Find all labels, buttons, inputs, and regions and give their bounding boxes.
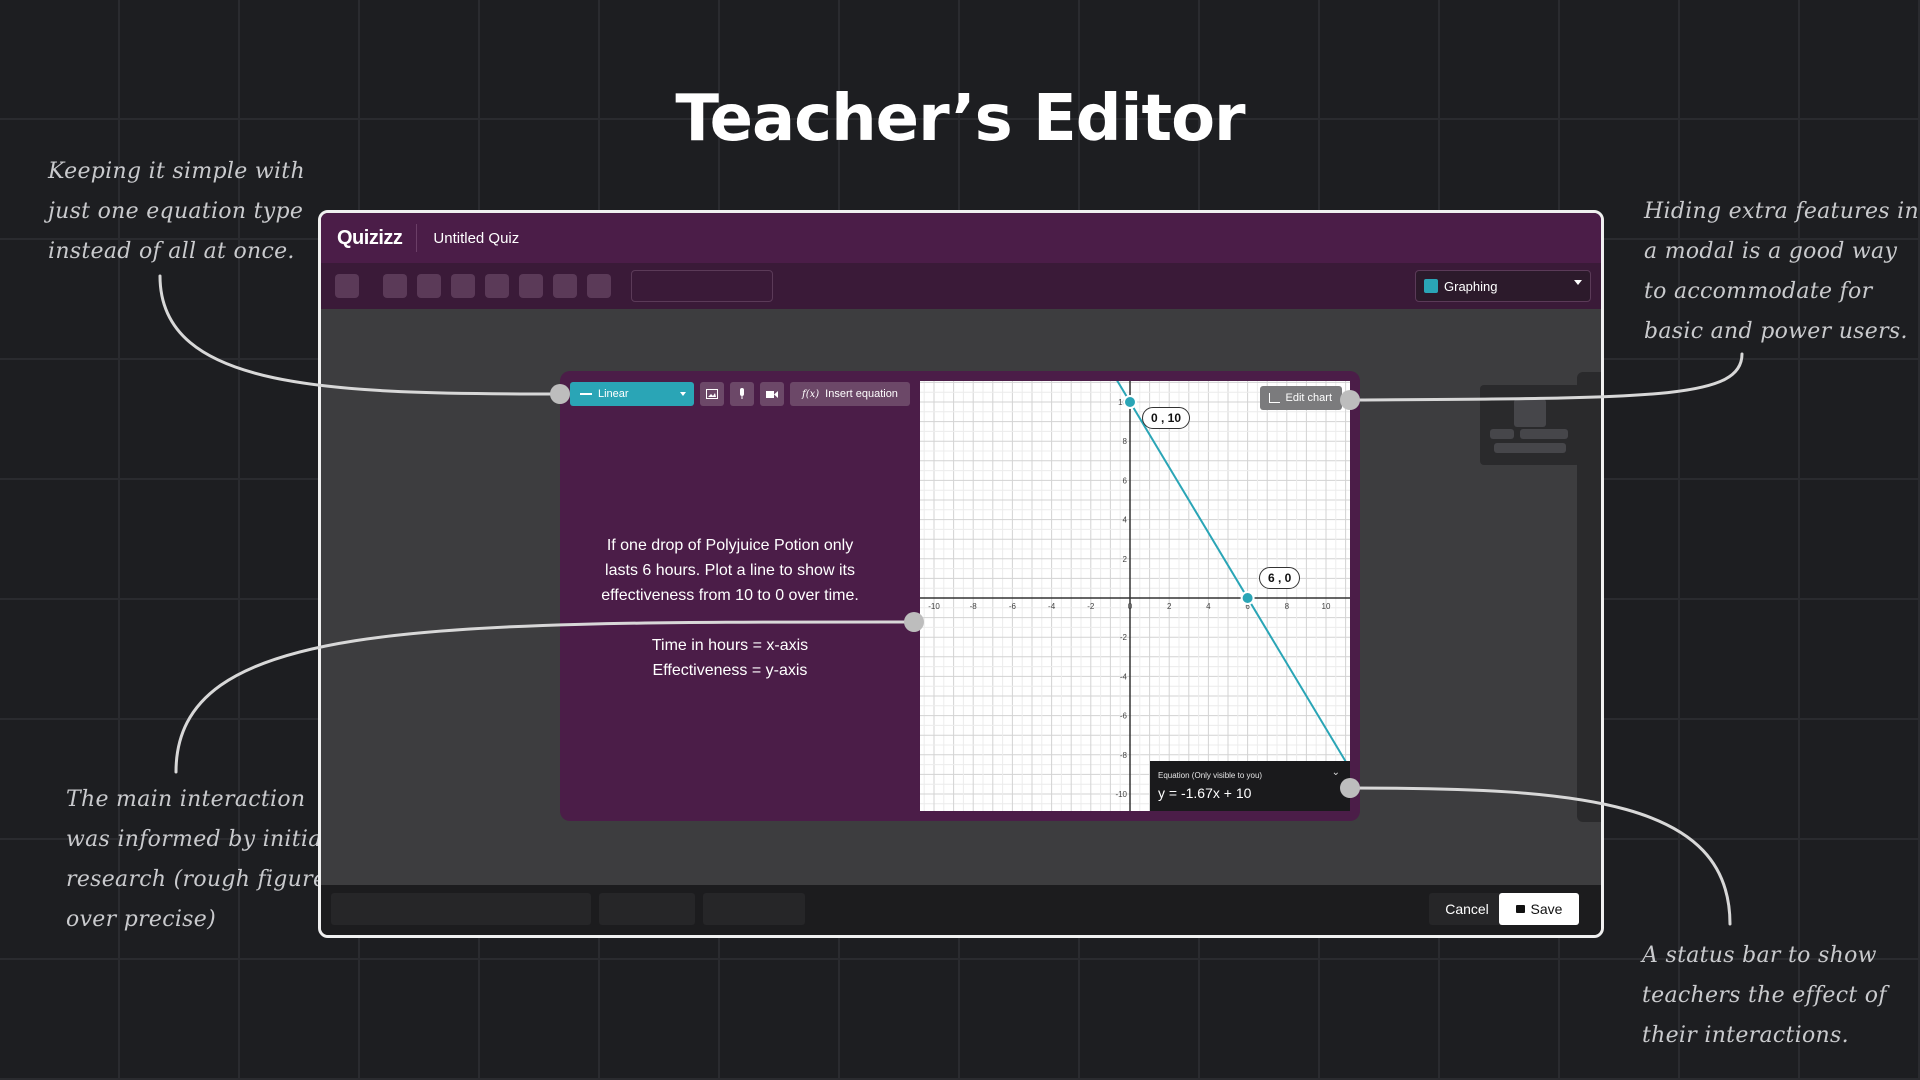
connector-line — [174, 620, 916, 774]
connector-line — [158, 274, 562, 396]
connector-handle — [1340, 390, 1360, 410]
connector-handle — [904, 612, 924, 632]
connector-line — [1348, 786, 1732, 926]
connector-handle — [550, 384, 570, 404]
connector-handle — [1340, 778, 1360, 798]
connector-line — [1348, 352, 1744, 402]
annotation-connectors — [158, 274, 1744, 926]
